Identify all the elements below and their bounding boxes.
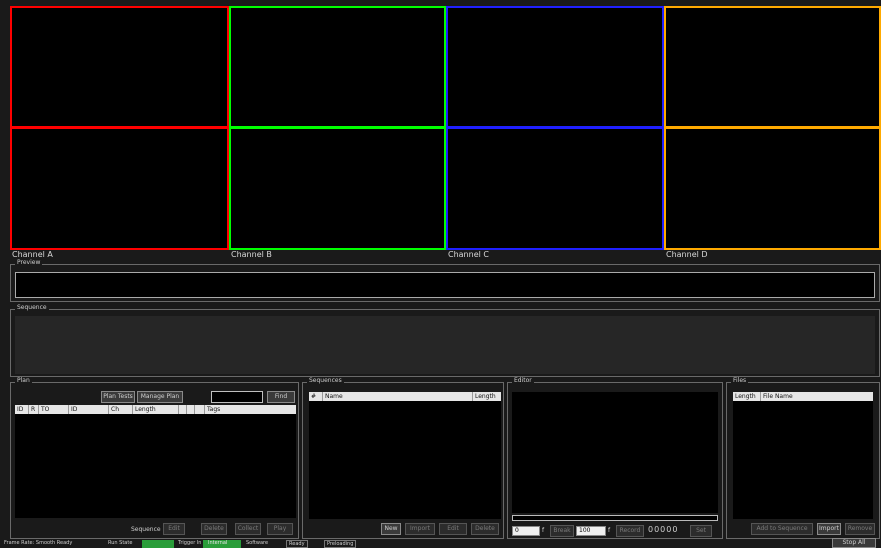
files-remove-button[interactable]: Remove — [845, 523, 875, 535]
preview-title: Preview — [15, 259, 43, 266]
channel-b-screen-bottom — [229, 127, 446, 250]
status-left-text: Frame Rate: Smooth Ready — [4, 540, 73, 546]
plan-col-r[interactable]: R — [29, 405, 39, 414]
plan-col-length[interactable]: Length — [133, 405, 179, 414]
plan-edit-button[interactable]: Edit — [163, 523, 185, 535]
sequence-delete-button[interactable]: Delete — [471, 523, 499, 535]
plan-title: Plan — [15, 377, 32, 384]
plan-col-to[interactable]: TO — [39, 405, 69, 414]
sequences-title: Sequences — [307, 377, 344, 384]
channel-b-label: Channel B — [231, 250, 272, 259]
status-bar: Frame Rate: Smooth Ready Run State Trigg… — [0, 538, 881, 548]
sequences-group: Sequences # Name Length New Import Edit … — [302, 377, 504, 539]
editor-length-spinbox[interactable]: 100 — [576, 526, 606, 536]
channel-d-screen-top — [664, 6, 881, 128]
files-add-to-sequence-button[interactable]: Add to Sequence — [751, 523, 813, 535]
plan-col-blank3[interactable] — [195, 405, 205, 414]
editor-scrollbar[interactable] — [512, 515, 718, 521]
editor-record-button[interactable]: Record — [616, 525, 644, 537]
preview-group: Preview — [10, 259, 880, 302]
channel-b-screen-top — [229, 6, 446, 128]
editor-set-button[interactable]: Set — [690, 525, 712, 537]
files-group: Files Length File Name Add to Sequence I… — [726, 377, 880, 539]
seq-col-name[interactable]: Name — [323, 392, 473, 401]
plan-play-button[interactable]: Play — [267, 523, 293, 535]
channel-c-screen-top — [446, 6, 664, 128]
sequence-edit-button[interactable]: Edit — [439, 523, 467, 535]
editor-frame-counter: 00000 — [648, 525, 679, 534]
trigger-label: Trigger In — [178, 540, 202, 546]
seq-col-num[interactable]: # — [309, 392, 323, 401]
channel-a-label: Channel A — [12, 250, 53, 259]
sequence-import-button[interactable]: Import — [405, 523, 435, 535]
plan-find-button[interactable]: Find — [267, 391, 295, 403]
sequence-view-group: Sequence — [10, 304, 880, 377]
stop-all-button[interactable]: Stop All — [832, 538, 876, 548]
plan-table-body[interactable] — [15, 414, 296, 518]
sequences-table-body[interactable] — [309, 401, 501, 519]
trigger-value: Internal — [208, 540, 228, 546]
editor-break-button[interactable]: Break — [550, 525, 574, 537]
channel-d-label: Channel D — [666, 250, 708, 259]
channel-c-screen-bottom — [446, 127, 664, 250]
plan-group: Plan Plan Tests Manage Plan Find ID R TO… — [10, 377, 299, 539]
plan-col-blank2[interactable] — [187, 405, 195, 414]
run-state-label: Run State — [108, 540, 133, 546]
editor-title: Editor — [512, 377, 534, 384]
plan-delete-button[interactable]: Delete — [201, 523, 227, 535]
plan-sequence-label: Sequence — [131, 526, 161, 533]
trigger-indicator: Internal — [203, 540, 241, 548]
plan-col-blank1[interactable] — [179, 405, 187, 414]
files-title: Files — [731, 377, 749, 384]
editor-length-unit: f — [608, 527, 611, 534]
plan-col-tags[interactable]: Tags — [205, 405, 296, 414]
plan-table-header: ID R TO ID Ch Length Tags — [15, 405, 296, 414]
mode-text: Preloading — [324, 540, 357, 548]
editor-start-unit: f — [542, 527, 545, 534]
sequence-new-button[interactable]: New — [381, 523, 401, 535]
editor-start-spinbox[interactable]: 0 — [512, 526, 540, 536]
sequences-table-header: # Name Length — [309, 392, 501, 401]
plan-col-id2[interactable]: ID — [69, 405, 109, 414]
manage-plan-button[interactable]: Manage Plan — [137, 391, 183, 403]
plan-search-input[interactable] — [211, 391, 263, 403]
preview-area — [15, 272, 875, 298]
sequence-timeline[interactable] — [15, 316, 875, 374]
plan-tests-button[interactable]: Plan Tests — [101, 391, 135, 403]
sequence-view-title: Sequence — [15, 304, 49, 311]
files-col-filename[interactable]: File Name — [761, 392, 873, 401]
channel-a-screen-bottom — [10, 127, 229, 250]
files-table-header: Length File Name — [733, 392, 873, 401]
channel-d-screen-bottom — [664, 127, 881, 250]
plan-col-ch[interactable]: Ch — [109, 405, 133, 414]
plan-collect-button[interactable]: Collect — [235, 523, 261, 535]
channel-c-label: Channel C — [448, 250, 489, 259]
software-label: Software — [246, 540, 269, 546]
files-col-length[interactable]: Length — [733, 392, 761, 401]
editor-group: Editor 0 f Break 100 f Record 00000 Set — [507, 377, 723, 539]
plan-col-id[interactable]: ID — [15, 405, 29, 414]
files-import-button[interactable]: Import — [817, 523, 841, 535]
status-text: Ready — [286, 540, 308, 548]
run-state-indicator — [142, 540, 174, 548]
channel-a-screen-top — [10, 6, 229, 128]
files-table-body[interactable] — [733, 401, 873, 519]
seq-col-length[interactable]: Length — [473, 392, 501, 401]
editor-canvas[interactable] — [512, 392, 718, 513]
